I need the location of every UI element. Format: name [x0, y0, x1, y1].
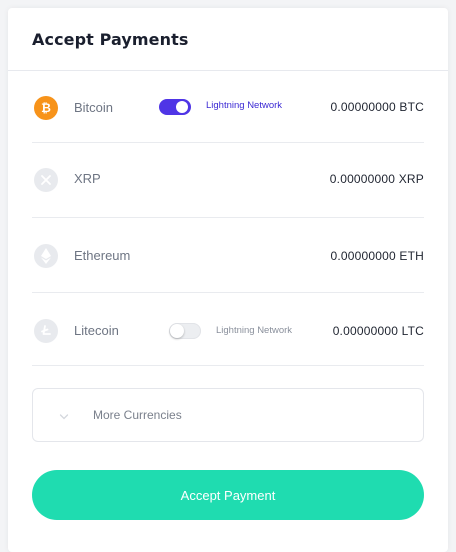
lightning-toggle-bitcoin[interactable]: [159, 99, 191, 115]
balance-ethereum: 0.00000000 ETH: [330, 249, 424, 263]
chevron-down-icon: [59, 408, 69, 426]
litecoin-icon: [34, 319, 58, 343]
toggle-knob: [170, 324, 184, 338]
currency-name-bitcoin: Bitcoin: [74, 100, 114, 115]
xrp-icon: [34, 168, 58, 192]
currency-row-xrp: XRP 0.00000000 XRP: [32, 143, 424, 218]
more-currencies-label: More Currencies: [93, 408, 182, 422]
ethereum-icon: [34, 244, 58, 268]
balance-xrp: 0.00000000 XRP: [329, 172, 424, 186]
svg-text:₿: ₿: [41, 101, 51, 115]
currency-list: ₿ Bitcoin Lightning Network 0.00000000 B…: [32, 74, 424, 366]
accept-payment-button[interactable]: Accept Payment: [32, 470, 424, 520]
currency-row-litecoin: Litecoin Lightning Network 0.00000000 LT…: [32, 293, 424, 366]
more-currencies-dropdown[interactable]: More Currencies: [32, 388, 424, 442]
currency-name-ethereum: Ethereum: [74, 248, 131, 263]
lightning-toggle-litecoin[interactable]: [169, 323, 201, 339]
lightning-label-bitcoin: Lightning Network: [206, 100, 283, 111]
page-title: Accept Payments: [32, 30, 189, 49]
currency-name-xrp: XRP: [74, 171, 101, 186]
currency-name-litecoin: Litecoin: [74, 323, 119, 338]
currency-row-ethereum: Ethereum 0.00000000 ETH: [32, 218, 424, 293]
balance-bitcoin: 0.00000000 BTC: [330, 100, 424, 114]
accept-payments-card: Accept Payments ₿ Bitcoin Lightning Netw…: [8, 8, 448, 552]
toggle-knob: [176, 101, 188, 113]
currency-row-bitcoin: ₿ Bitcoin Lightning Network 0.00000000 B…: [32, 74, 424, 143]
card-header: Accept Payments: [8, 8, 448, 71]
balance-litecoin: 0.00000000 LTC: [332, 324, 424, 338]
lightning-label-litecoin: Lightning Network: [216, 325, 293, 336]
bitcoin-icon: ₿: [34, 96, 58, 120]
